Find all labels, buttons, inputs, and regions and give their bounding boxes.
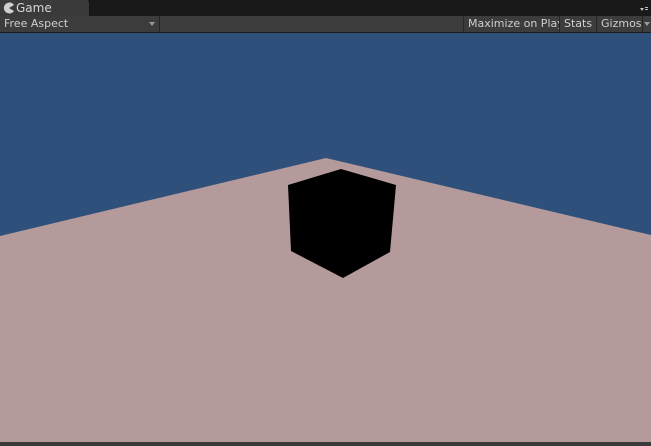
aspect-label: Free Aspect — [4, 17, 69, 30]
tab-label: Game — [16, 1, 52, 15]
aspect-dropdown[interactable]: Free Aspect — [0, 16, 160, 32]
game-window: Game Free Aspect Maximize on Play Stats … — [0, 0, 651, 446]
status-bar — [0, 442, 651, 446]
chevron-down-icon — [644, 22, 650, 26]
panel-menu-icon[interactable] — [639, 3, 649, 13]
gizmos-button[interactable]: Gizmos — [596, 16, 642, 32]
stats-button[interactable]: Stats — [559, 16, 596, 32]
maximize-on-play-button[interactable]: Maximize on Play — [463, 16, 564, 32]
pacman-icon — [3, 2, 14, 14]
game-toolbar: Free Aspect Maximize on Play Stats Gizmo… — [0, 16, 651, 33]
gizmos-dropdown[interactable] — [642, 16, 651, 32]
chevron-down-icon — [149, 22, 155, 26]
tab-strip: Game — [0, 0, 651, 16]
game-viewport[interactable] — [0, 33, 651, 442]
tab-game[interactable]: Game — [0, 0, 90, 16]
